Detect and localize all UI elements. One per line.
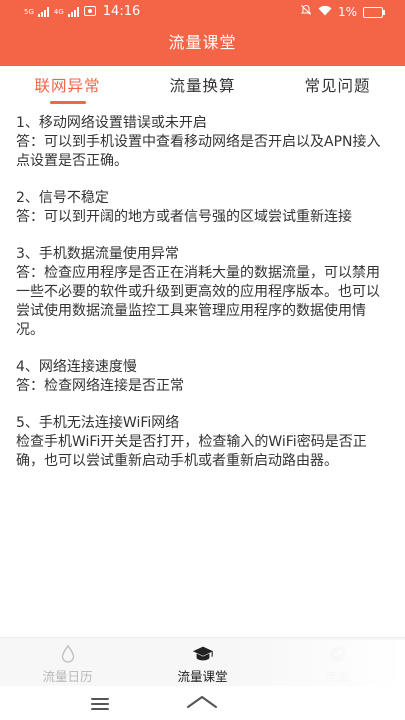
status-bar: 5G 4G 14:16 1% (0, 0, 405, 24)
app-header: 5G 4G 14:16 1% 流量课堂 (0, 0, 405, 66)
nav-label: 流量 (324, 669, 350, 684)
battery-icon (363, 6, 385, 18)
status-right: 1% (300, 0, 385, 24)
page-title: 流量课堂 (168, 33, 237, 52)
faq-item: 5、手机无法连接WiFi网络 检查手机WiFi开关是否打开，检查输入的WiFi密… (16, 414, 390, 471)
graduation-cap-icon (192, 644, 214, 664)
nav-traffic-class[interactable]: 流量课堂 (135, 638, 270, 686)
nav-label: 流量课堂 (177, 669, 228, 684)
mute-bell-icon (300, 0, 312, 24)
status-time: 14:16 (102, 4, 141, 19)
home-icon[interactable] (186, 694, 218, 714)
nav-traffic[interactable]: 流量 (270, 638, 405, 686)
tab-network-issues[interactable]: 联网异常 (0, 66, 135, 106)
tab-bar: 联网异常 流量换算 常见问题 (0, 66, 405, 106)
faq-question: 5、手机无法连接WiFi网络 (16, 415, 180, 431)
drop-icon (57, 644, 79, 664)
faq-answer: 检查手机WiFi开关是否打开，检查输入的WiFi密码是否正确，也可以尝试重新启动… (16, 434, 367, 469)
faq-item: 3、手机数据流量使用异常 答：检查应用程序是否正在消耗大量的数据流量，可以禁用一… (16, 245, 390, 340)
signal-4g-label: 4G (53, 8, 64, 16)
signal-5g-label: 5G (24, 8, 34, 16)
faq-content: 1、移动网络设置错误或未开启 答：可以到手机设置中查看移动网络是否开启以及APN… (16, 114, 390, 489)
faq-question: 3、手机数据流量使用异常 (16, 246, 179, 262)
faq-question: 1、移动网络设置错误或未开启 (16, 115, 207, 131)
notification-icon (83, 0, 96, 24)
faq-answer: 答：可以到开阔的地方或者信号强的区域尝试重新连接 (16, 209, 352, 225)
faq-question: 4、网络连接速度慢 (16, 359, 137, 375)
faq-answer: 答：检查应用程序是否正在消耗大量的数据流量，可以禁用一些不必要的软件或升级到更高… (16, 265, 380, 338)
faq-item: 2、信号不稳定 答：可以到开阔的地方或者信号强的区域尝试重新连接 (16, 189, 390, 227)
wifi-icon (318, 0, 332, 24)
faq-answer: 答：检查网络连接是否正常 (16, 378, 184, 394)
tab-faq[interactable]: 常见问题 (270, 66, 405, 106)
signal-bars-icon (67, 7, 79, 17)
leaf-icon (327, 644, 349, 664)
status-left: 5G 4G 14:16 (24, 0, 140, 24)
faq-question: 2、信号不稳定 (16, 190, 109, 206)
faq-item: 4、网络连接速度慢 答：检查网络连接是否正常 (16, 358, 390, 396)
nav-label: 流量日历 (42, 669, 93, 684)
tab-traffic-conversion[interactable]: 流量换算 (135, 66, 270, 106)
app-screen: 5G 4G 14:16 1% 流量课堂 联网异常 流量换算 常见问题 1、移动网… (0, 0, 405, 720)
battery-percent: 1% (337, 5, 357, 19)
nav-traffic-calendar[interactable]: 流量日历 (0, 638, 135, 686)
system-navigation-bar (0, 686, 405, 720)
faq-answer: 答：可以到手机设置中查看移动网络是否开启以及APN接入点设置是否正确。 (16, 134, 381, 169)
menu-icon[interactable] (91, 698, 109, 710)
faq-item: 1、移动网络设置错误或未开启 答：可以到手机设置中查看移动网络是否开启以及APN… (16, 114, 390, 171)
bottom-navigation: 流量日历 流量课堂 流量 (0, 637, 405, 686)
signal-bars-icon (37, 7, 49, 17)
